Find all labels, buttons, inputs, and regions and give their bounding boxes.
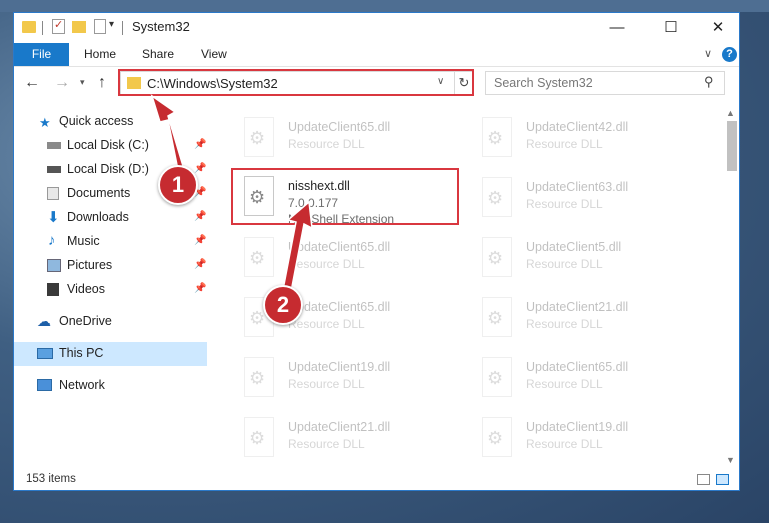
arrow-2 [281, 200, 313, 298]
step-2-badge: 2 [263, 285, 303, 325]
step-1-badge: 1 [158, 165, 198, 205]
annotation-arrows [150, 94, 313, 298]
